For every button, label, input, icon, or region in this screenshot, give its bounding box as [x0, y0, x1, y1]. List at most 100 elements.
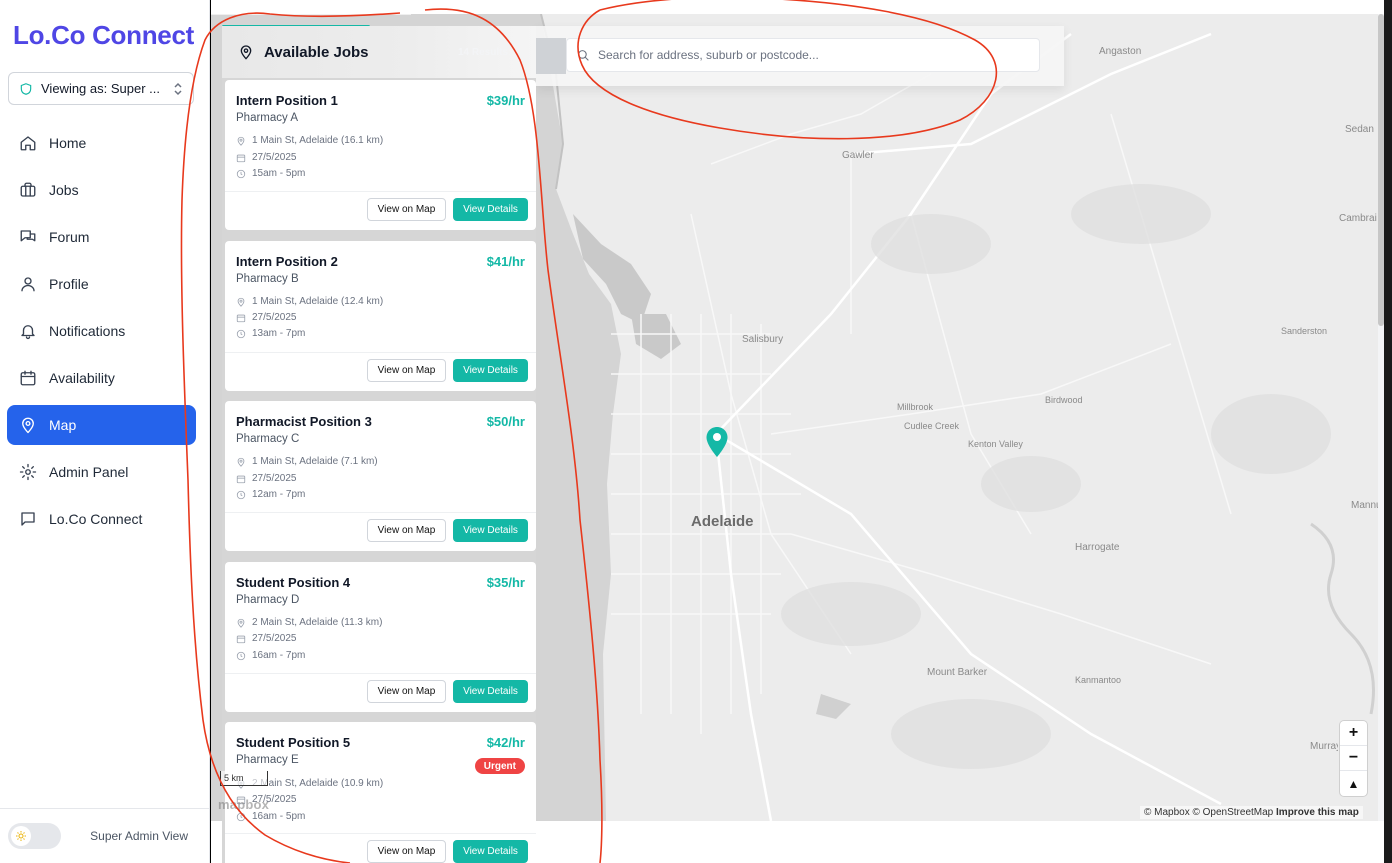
home-icon [20, 136, 36, 151]
jobs-panel: Available Jobs 14 Results Intern Positio… [222, 26, 536, 863]
view-details-button[interactable]: View Details [453, 680, 528, 703]
place-label: Angaston [1099, 46, 1142, 57]
view-on-map-button[interactable]: View on Map [367, 519, 446, 542]
card-divider [225, 191, 536, 192]
place-label: Millbrook [897, 402, 934, 412]
job-rate: $42/hr [486, 735, 525, 750]
job-company: Pharmacy C [236, 433, 300, 445]
calendar-icon [236, 635, 246, 643]
job-title: Intern Position 2 [236, 254, 338, 269]
job-time-text: 13am - 7pm [252, 328, 306, 339]
search-panel: Search for address, suburb or postcode..… [536, 26, 1064, 86]
view-details-button[interactable]: View Details [453, 840, 528, 863]
sidebar-footer: Super Admin View [0, 808, 210, 863]
role-select[interactable]: Viewing as: Super ... [8, 72, 194, 105]
card-divider [225, 512, 536, 513]
jobs-panel-title: Available Jobs [264, 43, 369, 61]
message-icon [21, 512, 35, 526]
place-label: Cudlee Creek [904, 421, 960, 431]
job-title: Student Position 5 [236, 735, 351, 750]
gear-icon [19, 463, 37, 481]
place-label: Cambrai [1339, 213, 1377, 224]
mapbox-logo[interactable]: mapbox [218, 797, 269, 812]
chevron-updown-icon [174, 82, 182, 95]
search-input[interactable]: Search for address, suburb or postcode..… [566, 38, 1040, 72]
jobs-count: 14 Results [457, 47, 508, 58]
sidebar-item-home[interactable]: Home [7, 123, 196, 163]
brand-logo[interactable]: Lo.Co Connect [13, 20, 194, 51]
sidebar-item-label: Notifications [49, 323, 126, 339]
bell-icon [21, 325, 35, 340]
view-details-button[interactable]: View Details [453, 519, 528, 542]
job-time: 16am - 7pm [236, 650, 305, 661]
view-details-button[interactable]: View Details [453, 359, 528, 382]
calendar-icon [236, 154, 246, 162]
job-time-text: 12am - 7pm [252, 489, 306, 500]
map-scale: 5 km [220, 771, 268, 786]
sidebar-item-loco-connect[interactable]: Lo.Co Connect [7, 499, 196, 539]
job-time: 15am - 5pm [236, 168, 305, 179]
sidebar-item-admin-panel[interactable]: Admin Panel [7, 452, 196, 492]
view-on-map-button[interactable]: View on Map [367, 840, 446, 863]
map-marker-icon[interactable] [705, 426, 729, 458]
sidebar-item-map[interactable]: Map [7, 405, 196, 445]
job-rate: $39/hr [486, 93, 525, 108]
job-time-text: 16am - 5pm [252, 811, 306, 822]
sidebar-item-forum[interactable]: Forum [7, 217, 196, 257]
sidebar-item-availability[interactable]: Availability [7, 358, 196, 398]
search-icon [578, 49, 589, 61]
theme-toggle[interactable] [8, 823, 61, 849]
job-card[interactable]: Intern Position 2 $41/hr Pharmacy B 1 Ma… [225, 241, 536, 391]
attribution-text[interactable]: © Mapbox © OpenStreetMap [1144, 807, 1273, 818]
sidebar-item-jobs[interactable]: Jobs [7, 170, 196, 210]
place-label: Murray Bridge [1310, 741, 1338, 752]
sidebar-item-label: Lo.Co Connect [49, 511, 143, 527]
job-card[interactable]: Student Position 4 $35/hr Pharmacy D 2 M… [225, 562, 536, 712]
sidebar-item-label: Profile [49, 276, 89, 292]
job-card[interactable]: Intern Position 1 $39/hr Pharmacy A 1 Ma… [225, 80, 536, 230]
briefcase-icon [20, 182, 36, 197]
job-card[interactable]: Pharmacist Position 3 $50/hr Pharmacy C … [225, 401, 536, 551]
job-address: 1 Main St, Adelaide (12.4 km) [236, 296, 383, 307]
zoom-controls: + − ▲ [1340, 721, 1367, 796]
clock-icon [236, 812, 246, 821]
view-on-map-button[interactable]: View on Map [367, 198, 446, 221]
job-date-text: 27/5/2025 [252, 473, 297, 484]
sidebar-item-label: Forum [49, 229, 90, 245]
sidebar-item-label: Jobs [49, 182, 79, 198]
improve-map-link[interactable]: Improve this map [1276, 807, 1359, 818]
view-on-map-button[interactable]: View on Map [367, 359, 446, 382]
zoom-in-button[interactable]: + [1340, 721, 1367, 746]
job-title: Student Position 4 [236, 575, 351, 590]
sidebar-item-notifications[interactable]: Notifications [7, 311, 196, 351]
map-pin-icon [22, 417, 34, 434]
place-label: Kenton Valley [968, 439, 1023, 449]
job-address: 1 Main St, Adelaide (7.1 km) [236, 456, 378, 467]
job-date-text: 27/5/2025 [252, 312, 297, 323]
job-date: 27/5/2025 [236, 152, 297, 163]
sidebar-item-profile[interactable]: Profile [7, 264, 196, 304]
view-on-map-button[interactable]: View on Map [367, 680, 446, 703]
job-time: 16am - 5pm [236, 811, 305, 822]
location-icon [237, 136, 245, 146]
job-date: 27/5/2025 [236, 312, 297, 323]
sidebar-nav: Home Jobs Forum Profile Notifications Av… [7, 123, 196, 546]
map-top-strip [211, 0, 1392, 14]
job-time-text: 16am - 7pm [252, 650, 306, 661]
view-details-button[interactable]: View Details [453, 198, 528, 221]
zoom-out-button[interactable]: − [1340, 746, 1367, 771]
place-label: Birdwood [1045, 395, 1083, 405]
place-label: Salisbury [742, 334, 784, 345]
place-label: Mannum [1351, 500, 1378, 511]
job-address-text: 1 Main St, Adelaide (7.1 km) [252, 456, 378, 467]
job-rate: $41/hr [486, 254, 525, 269]
place-label: Kanmantoo [1075, 675, 1122, 685]
job-address-text: 2 Main St, Adelaide (11.3 km) [252, 617, 383, 628]
search-placeholder: Search for address, suburb or postcode..… [598, 48, 819, 62]
view-mode-label: Super Admin View [90, 829, 188, 843]
compass-button[interactable]: ▲ [1340, 771, 1367, 796]
job-address: 2 Main St, Adelaide (11.3 km) [236, 617, 382, 628]
job-time: 13am - 7pm [236, 328, 305, 339]
place-label: Gawler [842, 150, 874, 161]
job-card[interactable]: Student Position 5 $42/hr Pharmacy E Urg… [225, 722, 536, 863]
